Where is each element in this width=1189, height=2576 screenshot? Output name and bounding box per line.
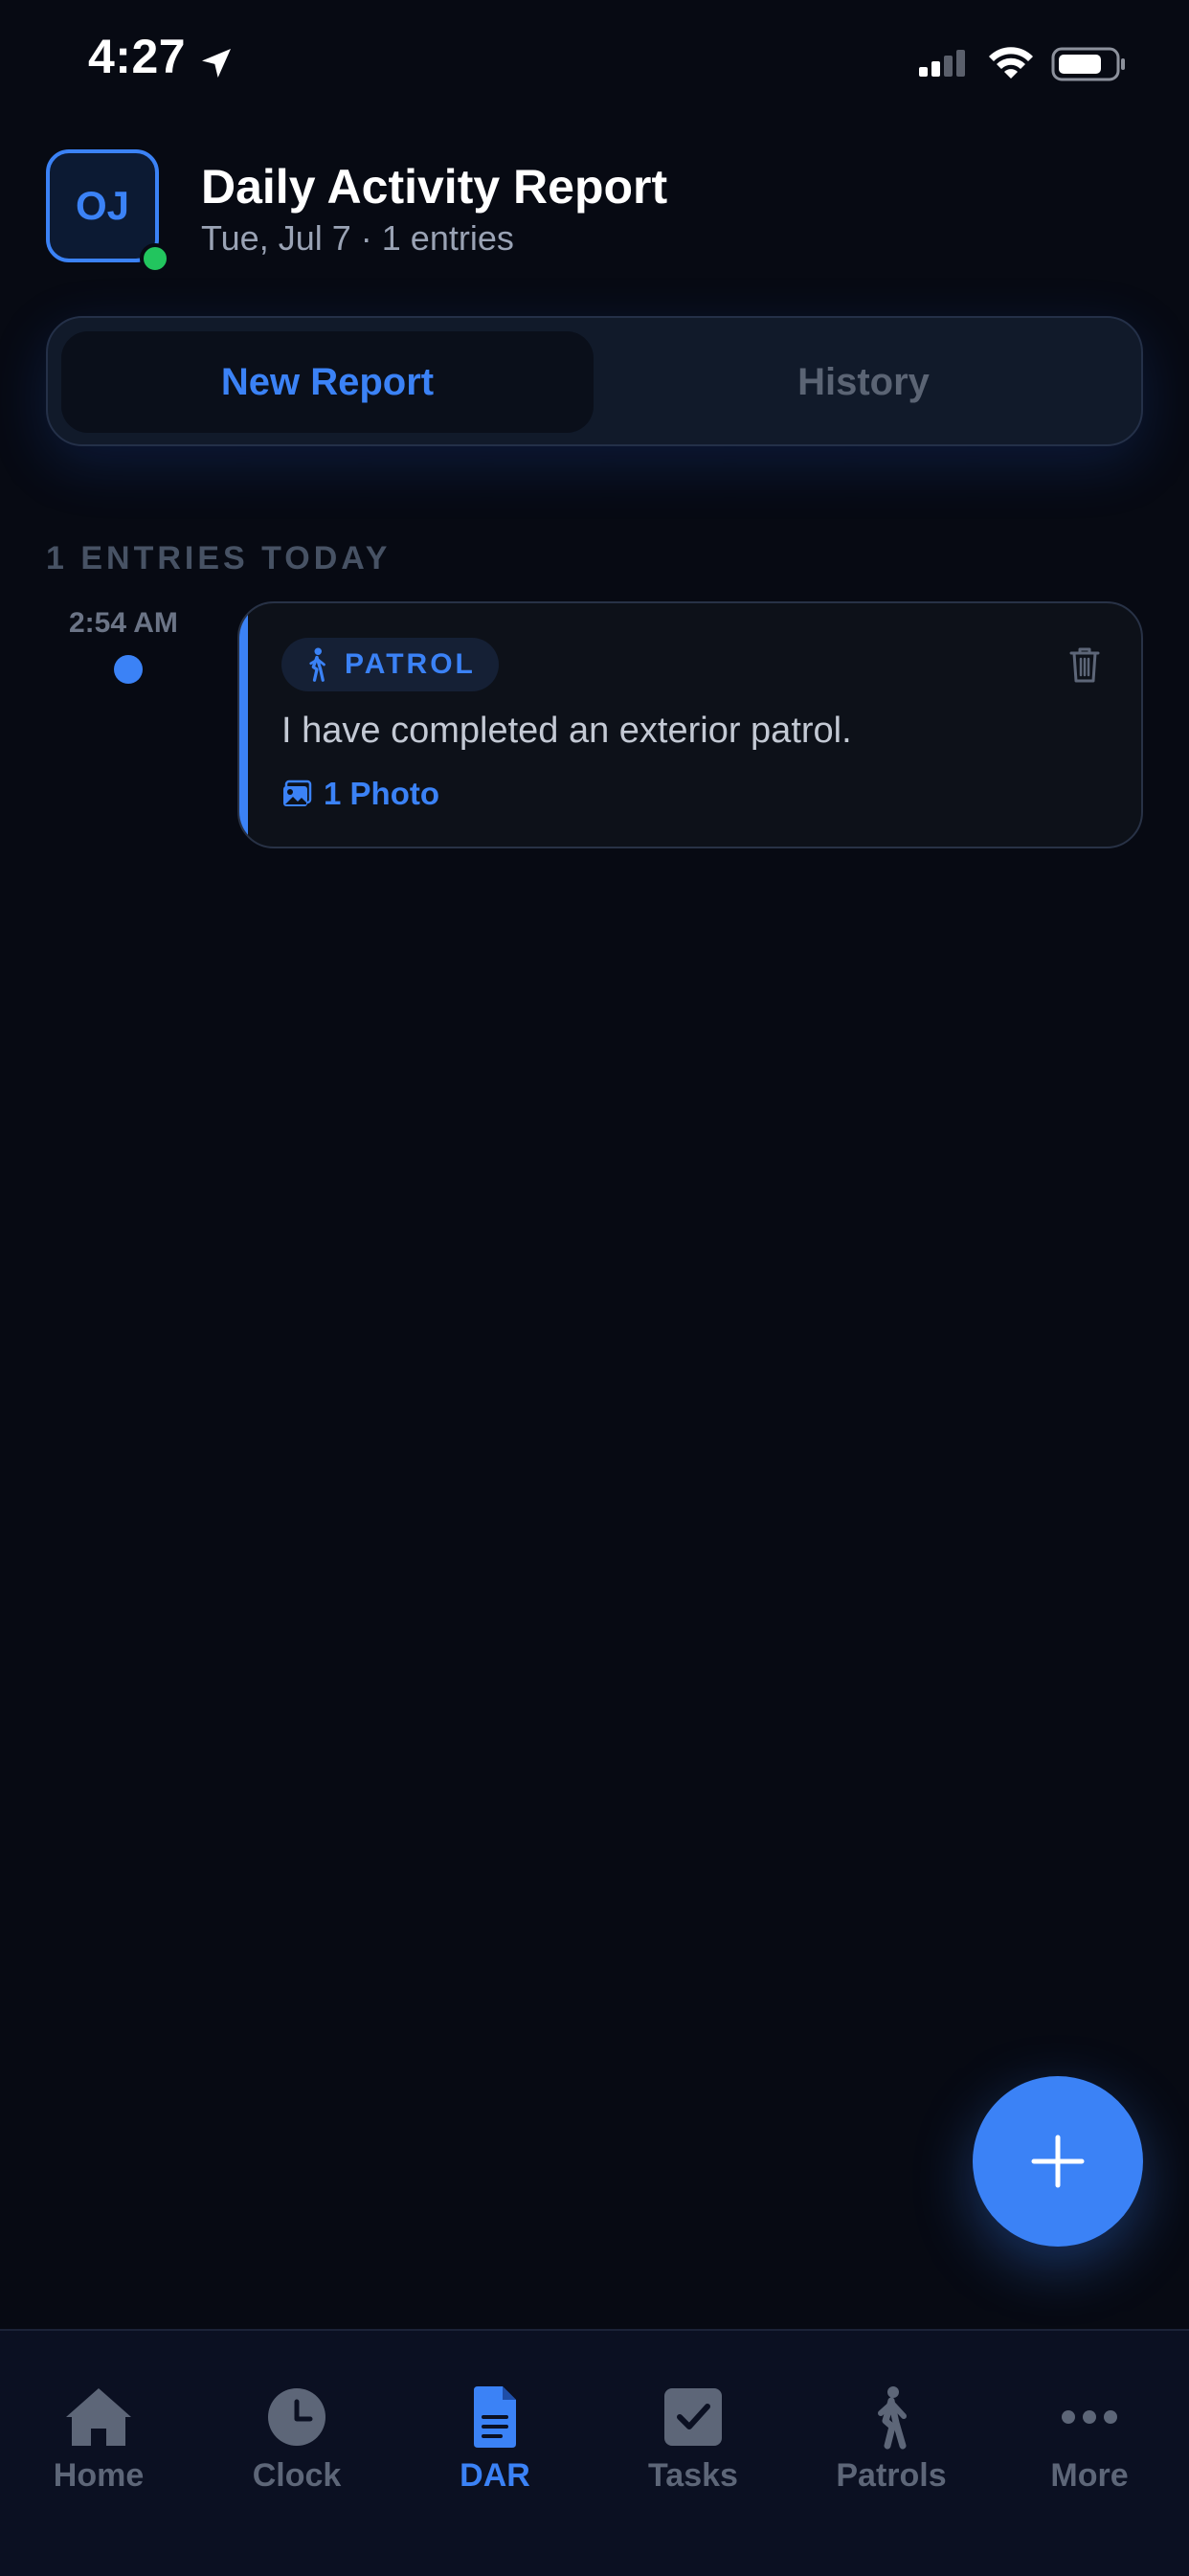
tab-more[interactable]: More bbox=[994, 2384, 1185, 2495]
entry-accent-bar bbox=[239, 603, 248, 847]
entry-card[interactable]: PATROL I have completed an exterior patr… bbox=[237, 601, 1143, 848]
document-icon bbox=[474, 2386, 516, 2448]
trash-icon[interactable] bbox=[1068, 645, 1101, 684]
tab-patrols[interactable]: Patrols bbox=[796, 2384, 987, 2495]
more-dots-icon bbox=[1062, 2410, 1117, 2424]
report-segmented-control: New Report History bbox=[46, 316, 1143, 446]
tab-tasks[interactable]: Tasks bbox=[597, 2384, 789, 2495]
photo-icon bbox=[283, 780, 312, 806]
photo-count: 1 Photo bbox=[324, 776, 439, 811]
bottom-tab-bar: Home Clock DAR Tasks Patrols More bbox=[0, 2329, 1189, 2576]
page-subtitle: Tue, Jul 7 · 1 entries bbox=[201, 218, 514, 259]
tab-tasks-label: Tasks bbox=[648, 2457, 738, 2494]
online-status-dot bbox=[140, 243, 170, 274]
tab-clock[interactable]: Clock bbox=[201, 2384, 393, 2495]
section-label: 1 ENTRIES TODAY bbox=[46, 540, 392, 576]
walking-person-icon bbox=[878, 2386, 907, 2450]
tab-patrols-label: Patrols bbox=[836, 2457, 947, 2494]
checkbox-icon bbox=[664, 2388, 722, 2446]
entry-count: 1 entries bbox=[381, 218, 514, 258]
page-title: Daily Activity Report bbox=[201, 160, 668, 214]
tab-more-label: More bbox=[1050, 2457, 1129, 2494]
timeline-dot bbox=[114, 655, 143, 684]
battery-icon bbox=[1051, 47, 1125, 81]
plus-icon bbox=[1031, 2135, 1085, 2188]
tab-dar[interactable]: DAR bbox=[399, 2384, 591, 2495]
category-badge: PATROL bbox=[281, 638, 499, 691]
status-time: 4:27 bbox=[88, 30, 187, 83]
avatar-initials: OJ bbox=[75, 183, 130, 228]
report-date: Tue, Jul 7 bbox=[201, 218, 351, 258]
subtitle-separator: · bbox=[360, 218, 372, 258]
tab-home-label: Home bbox=[53, 2457, 145, 2494]
entry-text: I have completed an exterior patrol. bbox=[281, 711, 852, 751]
avatar[interactable]: OJ bbox=[46, 149, 159, 262]
tab-clock-label: Clock bbox=[252, 2457, 342, 2494]
wifi-icon bbox=[989, 47, 1033, 79]
clock-icon bbox=[268, 2388, 325, 2446]
category-badge-label: PATROL bbox=[345, 648, 476, 680]
entry-time: 2:54 AM bbox=[69, 607, 178, 639]
location-arrow-icon bbox=[202, 49, 231, 78]
home-icon bbox=[66, 2388, 131, 2446]
add-entry-button[interactable] bbox=[973, 2076, 1143, 2247]
walking-person-icon bbox=[309, 647, 325, 682]
tab-home[interactable]: Home bbox=[3, 2384, 194, 2495]
tab-new-report[interactable]: New Report bbox=[61, 331, 594, 433]
tab-dar-label: DAR bbox=[460, 2457, 530, 2494]
photo-attachment-link[interactable]: 1 Photo bbox=[281, 776, 439, 812]
tab-history[interactable]: History bbox=[597, 331, 1130, 433]
cellular-signal-icon bbox=[919, 50, 965, 77]
